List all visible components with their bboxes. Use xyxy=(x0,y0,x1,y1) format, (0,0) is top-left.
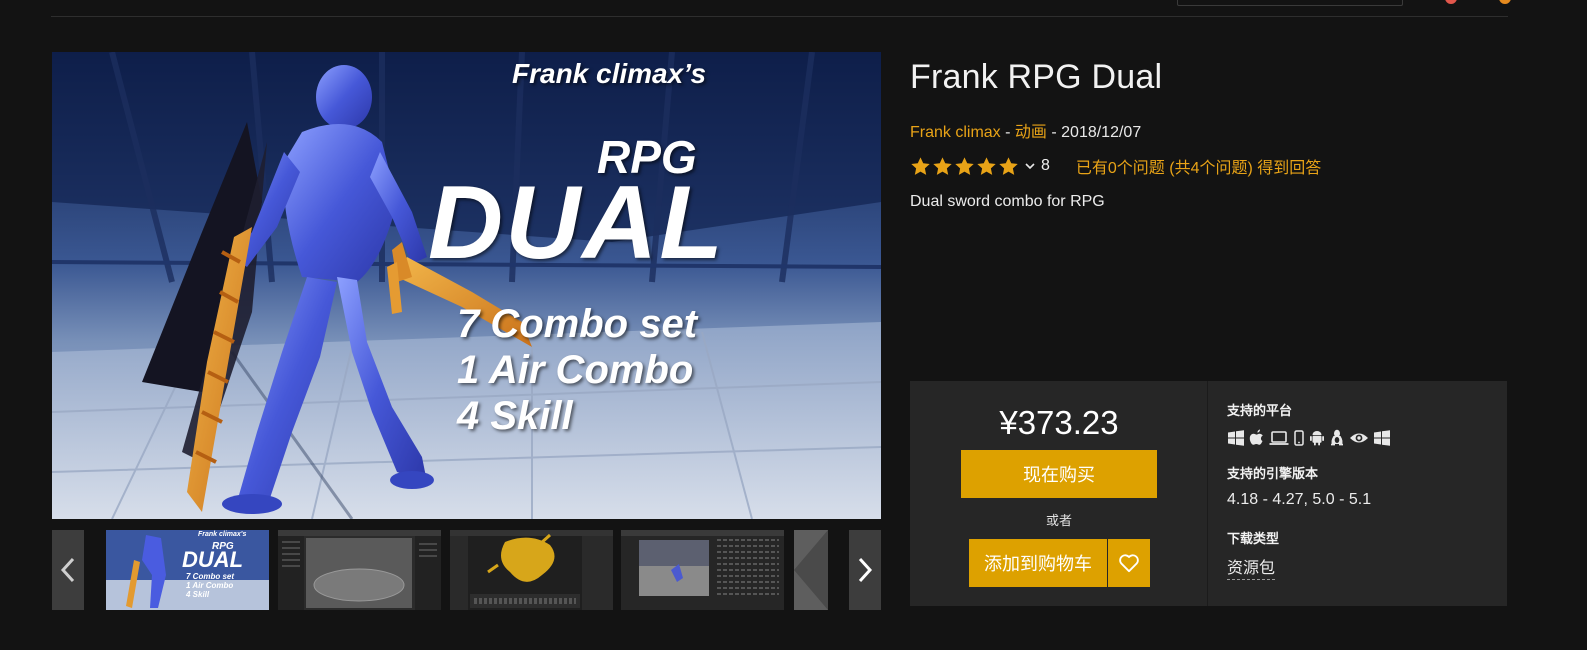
thumbnail-1-line3: 4 Skill xyxy=(186,590,210,599)
rating-row: 8 已有0个问题 (共4个问题) 得到回答 xyxy=(910,154,1321,178)
purchase-actions: ¥373.23 现在购买 或者 添加到购物车 xyxy=(910,381,1208,606)
rating-count: 8 xyxy=(1041,157,1050,174)
price-label: ¥373.23 xyxy=(999,404,1119,441)
meta-separator: - xyxy=(1000,124,1015,141)
chevron-right-icon xyxy=(858,557,873,583)
hero-dual-text: DUAL xyxy=(428,165,725,281)
thumbnail-4[interactable] xyxy=(621,530,784,610)
windows-icon xyxy=(1228,429,1244,446)
product-title: Frank RPG Dual xyxy=(910,58,1163,96)
heart-icon xyxy=(1119,554,1139,573)
thumbnail-4-image xyxy=(621,530,784,610)
thumbnail-1-dual: DUAL xyxy=(182,547,244,572)
star-icon xyxy=(955,156,974,175)
thumbnail-1[interactable]: Frank climax's RPG DUAL 7 Combo set 1 Ai… xyxy=(106,530,269,610)
product-description: Dual sword combo for RPG xyxy=(910,193,1105,210)
chevron-left-icon xyxy=(60,557,75,583)
hero-scene xyxy=(52,52,881,519)
buy-now-button[interactable]: 现在购买 xyxy=(961,450,1157,498)
laptop-icon xyxy=(1269,430,1289,445)
questions-link[interactable]: 已有0个问题 (共4个问题) 得到回答 xyxy=(1076,154,1321,178)
author-link[interactable]: Frank climax xyxy=(910,124,1001,141)
hero-feature-skill: 4 Skill xyxy=(457,394,573,438)
product-specs: 支持的平台 支持的引擎版本 4.18 - 4.27, 5.0 - 5.1 下载类… xyxy=(1227,381,1497,606)
thumbnail-1-line1: 7 Combo set xyxy=(186,572,235,581)
download-type-value[interactable]: 资源包 xyxy=(1227,554,1276,580)
thumbnail-2-image xyxy=(278,530,441,610)
hero-feature-combo: 7 Combo set xyxy=(457,302,698,346)
next-thumbnail-button[interactable] xyxy=(849,530,881,610)
hero-image[interactable]: Frank climax’s RPG DUAL 7 Combo set 1 Ai… xyxy=(52,52,881,519)
rating-stars[interactable] xyxy=(910,156,1019,177)
android-icon xyxy=(1310,431,1324,446)
platforms-heading: 支持的平台 xyxy=(1227,403,1293,418)
thumbnail-5[interactable] xyxy=(794,530,828,610)
thumbnail-strip: Frank climax's RPG DUAL 7 Combo set 1 Ai… xyxy=(52,530,881,610)
download-type-heading: 下载类型 xyxy=(1227,531,1280,546)
wishlist-button[interactable] xyxy=(1108,539,1150,587)
thumbnail-2[interactable] xyxy=(278,530,441,610)
eye-icon xyxy=(1350,433,1368,442)
release-date: 2018/12/07 xyxy=(1061,124,1142,141)
star-icon xyxy=(999,156,1018,175)
purchase-panel: ¥373.23 现在购买 或者 添加到购物车 支持的平台 支持的引擎版本 4.1… xyxy=(910,381,1507,606)
add-to-cart-button[interactable]: 添加到购物车 xyxy=(969,539,1107,587)
star-icon xyxy=(933,156,952,175)
thumbnail-1-line2: 1 Air Combo xyxy=(186,581,234,590)
phone-icon xyxy=(1294,429,1304,446)
thumbnail-3-image xyxy=(450,530,613,610)
star-icon xyxy=(911,156,930,175)
windows-icon xyxy=(1374,429,1390,446)
star-icon xyxy=(977,156,996,175)
linux-icon xyxy=(1331,429,1343,446)
previous-thumbnail-button[interactable] xyxy=(52,530,84,610)
meta-separator: - xyxy=(1046,124,1062,141)
search-input[interactable] xyxy=(1177,0,1403,6)
hero-feature-air-combo: 1 Air Combo xyxy=(457,348,694,392)
apple-icon xyxy=(1249,429,1263,445)
thumbnail-1-author: Frank climax's xyxy=(198,531,247,538)
thumbnail-5-image xyxy=(794,530,828,610)
engine-versions-value: 4.18 - 4.27, 5.0 - 5.1 xyxy=(1227,491,1372,508)
or-separator: 或者 xyxy=(1045,513,1072,528)
chevron-down-icon[interactable] xyxy=(1025,162,1035,170)
category-link[interactable]: 动画 xyxy=(1015,124,1047,141)
hero-author-text: Frank climax’s xyxy=(512,58,707,89)
product-meta: Frank climax - 动画 - 2018/12/07 xyxy=(910,118,1141,142)
engine-versions-heading: 支持的引擎版本 xyxy=(1227,466,1319,481)
thumbnail-3[interactable] xyxy=(450,530,613,610)
platform-icons xyxy=(1227,429,1391,446)
